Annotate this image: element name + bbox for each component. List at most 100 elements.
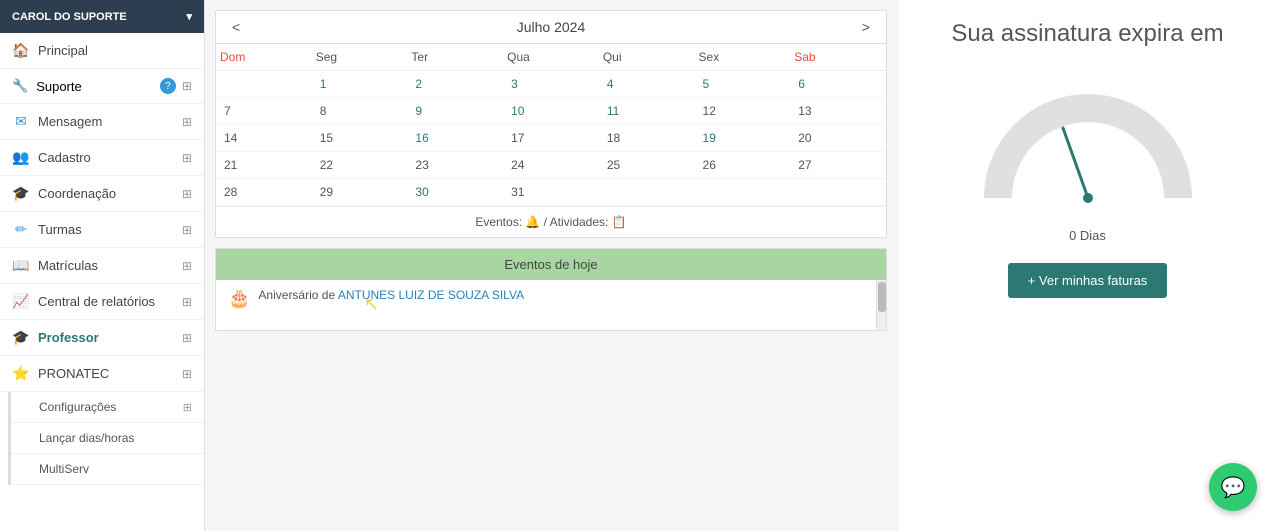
relatorios-expand[interactable]: ⊞ [182, 295, 192, 309]
right-panel: Sua assinatura expira em 0 Dias + Ver mi… [897, 0, 1277, 531]
atividades-label: / Atividades: [544, 215, 612, 229]
calendar-cell [216, 71, 312, 98]
calendar-cell[interactable]: 16 [407, 125, 503, 152]
sidebar-sub-label-lancar-dias: Lançar dias/horas [39, 431, 134, 445]
calendar-cell: 26 [695, 152, 791, 179]
sidebar-sub-label-multiserv: MultiServ [39, 462, 89, 476]
calendar-cell: 13 [790, 98, 886, 125]
scroll-bar[interactable] [876, 280, 886, 330]
coordenacao-expand[interactable]: ⊞ [182, 187, 192, 201]
sidebar-item-relatorios[interactable]: 📈 Central de relatórios ⊞ [0, 284, 204, 320]
sidebar-sub-configuracoes[interactable]: Configurações ⊞ [11, 392, 204, 423]
configuracoes-expand[interactable]: ⊞ [183, 401, 192, 414]
sidebar-label-mensagem: Mensagem [38, 114, 102, 129]
turmas-icon: ✏ [12, 221, 30, 238]
professor-icon: 🎓 [12, 329, 30, 346]
cal-header-dom: Dom [216, 44, 312, 71]
sidebar-label-principal: Principal [38, 43, 88, 58]
calendar-cell[interactable]: 4 [599, 71, 695, 98]
book-icon: 📋 [612, 215, 627, 229]
cadastro-icon: 👥 [12, 149, 30, 166]
event-person-link[interactable]: ANTUNES LUIZ DE SOUZA SILVA [338, 288, 524, 302]
cal-header-seg: Seg [312, 44, 408, 71]
calendar-cell[interactable]: 5 [695, 71, 791, 98]
calendar-title: Julho 2024 [517, 19, 586, 35]
calendar-nav: < Julho 2024 > [216, 11, 886, 44]
sidebar-label-cadastro: Cadastro [38, 150, 91, 165]
calendar-cell[interactable]: 6 [790, 71, 886, 98]
calendar-cell: 21 [216, 152, 312, 179]
sidebar-label-pronatec: PRONATEC [38, 366, 109, 381]
sidebar-item-coordenacao[interactable]: 🎓 Coordenação ⊞ [0, 176, 204, 212]
sidebar-item-mensagem[interactable]: ✉ Mensagem ⊞ [0, 104, 204, 140]
sidebar-label-matriculas: Matrículas [38, 258, 98, 273]
calendar-row: 21222324252627 [216, 152, 886, 179]
calendar-cell: 14 [216, 125, 312, 152]
sidebar-item-pronatec[interactable]: ⭐ PRONATEC ⊞ [0, 356, 204, 392]
gauge-chart [978, 68, 1198, 218]
eventos-label: Eventos: [475, 215, 525, 229]
sidebar-label-professor: Professor [38, 330, 99, 345]
calendar-row: 78910111213 [216, 98, 886, 125]
suporte-icon: 🔧 [12, 78, 28, 94]
sidebar-item-principal[interactable]: 🏠 Principal [0, 33, 204, 69]
calendar-cell[interactable]: 2 [407, 71, 503, 98]
subscription-title: Sua assinatura expira em [951, 20, 1223, 48]
sidebar-item-matriculas[interactable]: 📖 Matrículas ⊞ [0, 248, 204, 284]
scroll-thumb [878, 282, 886, 312]
event-prefix: Aniversário de [258, 288, 335, 302]
user-chevron: ▾ [186, 10, 192, 23]
mensagem-icon: ✉ [12, 113, 30, 130]
sidebar-item-professor[interactable]: 🎓 Professor ⊞ [0, 320, 204, 356]
chat-icon: 💬 [1221, 475, 1246, 500]
user-menu[interactable]: CAROL DO SUPORTE ▾ [0, 0, 204, 33]
calendar-cell: 27 [790, 152, 886, 179]
calendar-row: 28293031 [216, 179, 886, 206]
user-name: CAROL DO SUPORTE [12, 11, 127, 23]
calendar-cell[interactable]: 19 [695, 125, 791, 152]
sidebar-item-suporte[interactable]: 🔧 Suporte ? ⊞ [0, 69, 204, 104]
calendar-cell[interactable]: 1 [312, 71, 408, 98]
calendar-cell: 17 [503, 125, 599, 152]
calendar-next[interactable]: > [856, 17, 876, 37]
view-invoices-button[interactable]: + Ver minhas faturas [1008, 263, 1168, 298]
calendar-cell: 18 [599, 125, 695, 152]
calendar-table: DomSegTerQuaQuiSexSab 123456789101112131… [216, 44, 886, 206]
calendar-row: 14151617181920 [216, 125, 886, 152]
sidebar-sub-label-configuracoes: Configurações [39, 400, 116, 414]
center-panel: < Julho 2024 > DomSegTerQuaQuiSexSab 123… [205, 0, 897, 531]
calendar-footer: Eventos: 🔔 / Atividades: 📋 [216, 206, 886, 237]
sidebar-item-cadastro[interactable]: 👥 Cadastro ⊞ [0, 140, 204, 176]
sidebar-sub-lancar-dias[interactable]: Lançar dias/horas [11, 423, 204, 454]
sidebar: CAROL DO SUPORTE ▾ 🏠 Principal 🔧 Suporte… [0, 0, 205, 531]
sidebar-sub-multiserv[interactable]: MultiServ [11, 454, 204, 485]
matriculas-expand[interactable]: ⊞ [182, 259, 192, 273]
calendar-cell[interactable]: 30 [407, 179, 503, 206]
cal-header-ter: Ter [407, 44, 503, 71]
pronatec-icon: ⭐ [12, 365, 30, 382]
mensagem-expand[interactable]: ⊞ [182, 115, 192, 129]
calendar-cell[interactable]: 3 [503, 71, 599, 98]
calendar-cell[interactable]: 11 [599, 98, 695, 125]
calendar-cell[interactable]: 9 [407, 98, 503, 125]
turmas-expand[interactable]: ⊞ [182, 223, 192, 237]
cadastro-expand[interactable]: ⊞ [182, 151, 192, 165]
calendar-cell: 29 [312, 179, 408, 206]
pronatec-expand[interactable]: ⊞ [182, 367, 192, 381]
sidebar-item-turmas[interactable]: ✏ Turmas ⊞ [0, 212, 204, 248]
professor-expand[interactable]: ⊞ [182, 331, 192, 345]
suporte-expand[interactable]: ⊞ [182, 79, 192, 93]
chat-button[interactable]: 💬 [1209, 463, 1257, 511]
calendar-prev[interactable]: < [226, 17, 246, 37]
calendar-cell: 12 [695, 98, 791, 125]
calendar-cell: 28 [216, 179, 312, 206]
events-header: Eventos de hoje [216, 249, 886, 280]
calendar-cell [790, 179, 886, 206]
home-icon: 🏠 [12, 42, 30, 59]
relatorios-icon: 📈 [12, 293, 30, 310]
suporte-help-icon[interactable]: ? [160, 78, 176, 94]
calendar-cell[interactable]: 10 [503, 98, 599, 125]
cal-header-qua: Qua [503, 44, 599, 71]
calendar-cell: 15 [312, 125, 408, 152]
calendar-cell: 8 [312, 98, 408, 125]
